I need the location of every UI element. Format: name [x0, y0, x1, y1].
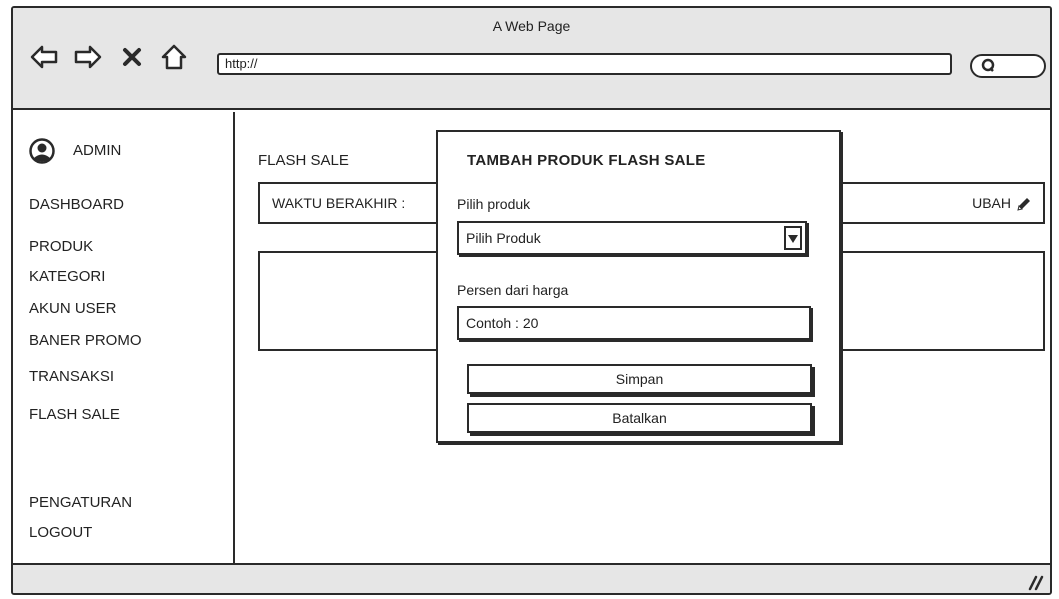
chevron-down-icon — [788, 235, 798, 243]
url-bar[interactable]: http:// — [217, 53, 952, 75]
sidebar-item-flash-sale[interactable]: FLASH SALE — [29, 406, 120, 423]
percent-field-label: Persen dari harga — [457, 282, 569, 298]
window-title: A Web Page — [492, 18, 571, 34]
dialog-title: TAMBAH PRODUK FLASH SALE — [467, 152, 706, 169]
percent-input[interactable]: Contoh : 20 — [457, 306, 811, 340]
resize-grip-icon[interactable] — [1024, 571, 1044, 591]
sidebar-item-baner-promo[interactable]: BANER PROMO — [29, 332, 142, 349]
pencil-icon[interactable] — [1015, 195, 1033, 213]
admin-label: ADMIN — [73, 142, 122, 159]
sidebar-item-pengaturan[interactable]: PENGATURAN — [29, 494, 132, 511]
close-x-icon[interactable] — [117, 42, 147, 72]
status-bar — [13, 563, 1050, 593]
sidebar-item-produk[interactable]: PRODUK — [29, 238, 93, 255]
product-field-label: Pilih produk — [457, 196, 531, 212]
home-icon[interactable] — [159, 42, 189, 72]
forward-arrow-icon[interactable] — [73, 42, 103, 72]
sidebar-item-dashboard[interactable]: DASHBOARD — [29, 196, 124, 213]
add-flash-sale-dialog: TAMBAH PRODUK FLASH SALE Pilih produk Pi… — [436, 130, 841, 443]
product-select-value: Pilih Produk — [466, 230, 541, 246]
page-title: FLASH SALE — [258, 152, 349, 169]
product-select[interactable]: Pilih Produk — [457, 221, 807, 255]
sidebar-item-logout[interactable]: LOGOUT — [29, 524, 92, 541]
save-button[interactable]: Simpan — [467, 364, 812, 394]
sidebar: ADMIN DASHBOARD PRODUK KATEGORI AKUN USE… — [13, 112, 235, 567]
user-avatar-icon — [29, 138, 55, 164]
sidebar-item-transaksi[interactable]: TRANSAKSI — [29, 368, 114, 385]
search-icon — [981, 58, 995, 72]
edit-button[interactable]: UBAH — [972, 195, 1011, 211]
search-box[interactable] — [970, 54, 1046, 78]
browser-window: A Web Page http:// ADMIN DASHBOARD PRODU… — [11, 6, 1052, 595]
browser-titlebar: A Web Page http:// — [13, 8, 1050, 110]
end-time-label: WAKTU BERAKHIR : — [272, 195, 406, 211]
back-arrow-icon[interactable] — [29, 42, 59, 72]
sidebar-item-akun-user[interactable]: AKUN USER — [29, 300, 117, 317]
sidebar-item-kategori[interactable]: KATEGORI — [29, 268, 105, 285]
cancel-button[interactable]: Batalkan — [467, 403, 812, 433]
dropdown-arrow[interactable] — [784, 226, 802, 250]
